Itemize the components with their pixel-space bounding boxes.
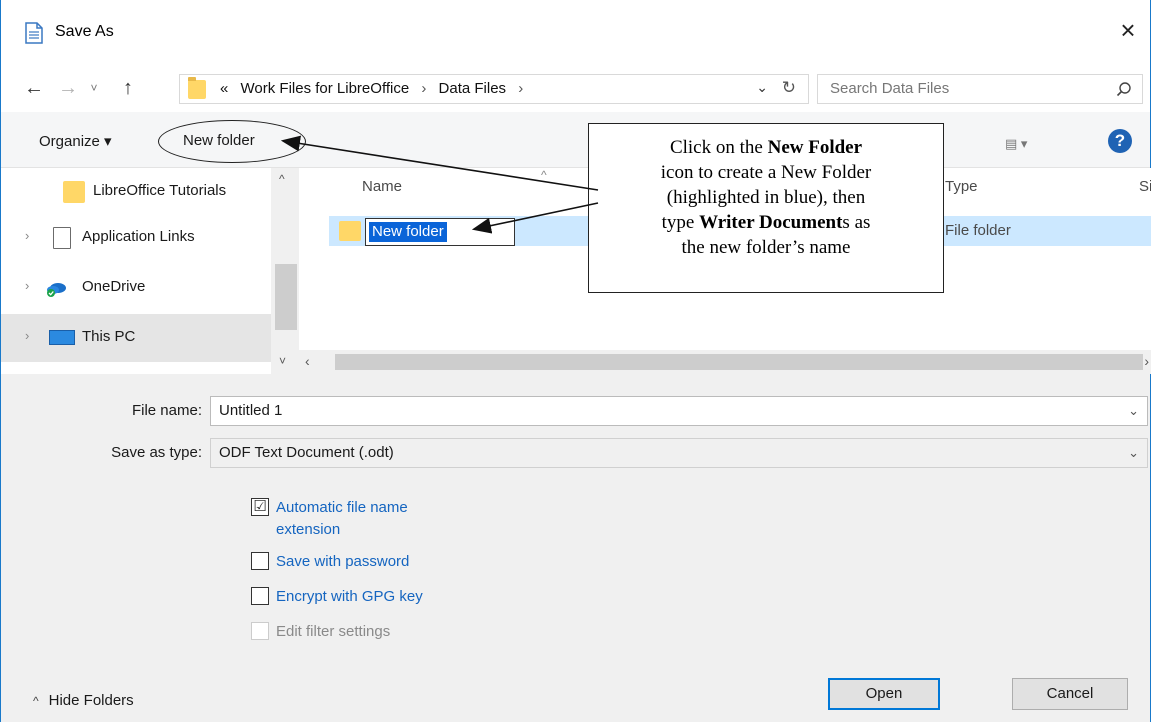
save-as-type-label: Save as type: (111, 444, 202, 461)
file-type: File folder (945, 222, 1011, 239)
sidebar-item-libreoffice-tutorials[interactable]: LibreOffice Tutorials (1, 168, 271, 216)
column-header-size[interactable]: Si (1139, 178, 1151, 195)
annotation-callout: Click on the New Folder icon to create a… (588, 123, 944, 293)
back-arrow-icon[interactable]: ← (21, 76, 47, 100)
callout-bold: Writer Document (699, 212, 843, 233)
option-label-line2[interactable]: extension (276, 521, 340, 538)
help-icon[interactable]: ? (1108, 129, 1132, 153)
search-placeholder: Search Data Files (830, 80, 950, 97)
organize-menu-button[interactable]: Organize ▾ (39, 132, 112, 150)
save-as-dialog: Save As × ← → ˅ ↑ « Work Files for Libre… (0, 0, 1151, 722)
annotation-ellipse (158, 120, 306, 163)
callout-text: Click on the (669, 137, 768, 158)
sort-ascending-icon: ^ (541, 168, 547, 182)
document-icon (25, 22, 43, 44)
checkbox-disabled (251, 622, 269, 640)
breadcrumb-work-files[interactable]: Work Files for LibreOffice (241, 80, 410, 97)
open-button[interactable]: Open (828, 678, 940, 710)
chevron-up-icon: ^ (33, 694, 39, 708)
checkbox[interactable] (251, 587, 269, 605)
option-label[interactable]: Save with password (276, 551, 409, 573)
expand-chevron-icon[interactable]: › (25, 228, 29, 243)
scroll-thumb[interactable] (275, 264, 297, 330)
callout-text: icon to create a New Folder (660, 162, 872, 183)
folder-icon (339, 221, 361, 241)
navigation-pane: LibreOffice Tutorials › Application Link… (1, 168, 299, 374)
breadcrumb-data-files[interactable]: Data Files (439, 80, 507, 97)
sidebar-item-label: LibreOffice Tutorials (93, 182, 227, 199)
column-header-name[interactable]: Name (362, 178, 402, 195)
scroll-thumb[interactable] (335, 354, 1143, 370)
option-label[interactable]: Encrypt with GPG key (276, 586, 423, 608)
sidebar-item-onedrive[interactable]: › OneDrive (1, 264, 271, 312)
command-bar: Organize ▾ New folder ▤ ▾ ? (1, 112, 1150, 168)
file-name-label: File name: (131, 402, 202, 419)
callout-text: s as (842, 212, 871, 233)
callout-text: type (661, 212, 700, 233)
title-bar: Save As × (1, 0, 1150, 66)
breadcrumb-separator[interactable]: › (421, 80, 426, 97)
sidebar-item-label: Application Links (82, 228, 195, 245)
scroll-down-icon[interactable]: ˅ (279, 354, 286, 368)
save-as-type-select[interactable]: ODF Text Document (.odt) ⌄ (210, 438, 1148, 468)
option-label[interactable]: Automatic file name extension (276, 497, 408, 541)
cancel-button[interactable]: Cancel (1012, 678, 1128, 710)
hide-folders-button[interactable]: ^ Hide Folders (33, 692, 134, 709)
file-name-field[interactable]: Untitled 1 ⌄ (210, 396, 1148, 426)
close-icon[interactable]: × (1116, 17, 1140, 43)
sidebar-item-label: This PC (82, 328, 136, 345)
option-label-line1[interactable]: Automatic file name (276, 499, 408, 516)
rename-input[interactable]: New folder (365, 218, 515, 246)
sidebar-item-label: OneDrive (82, 278, 146, 295)
recent-locations-chevron-icon[interactable]: ˅ (85, 76, 103, 100)
search-input[interactable]: Search Data Files (817, 74, 1143, 104)
dialog-title: Save As (55, 23, 114, 40)
breadcrumb-separator[interactable]: › (518, 80, 523, 97)
scroll-left-icon[interactable]: ‹ (305, 353, 310, 369)
document-icon (53, 227, 71, 249)
up-arrow-icon[interactable]: ↑ (117, 76, 139, 100)
callout-bold: New Folder (767, 137, 863, 158)
expand-chevron-icon[interactable]: › (25, 328, 29, 343)
breadcrumb: « Work Files for LibreOffice › Data File… (220, 80, 531, 97)
scroll-right-icon[interactable]: › (1144, 353, 1149, 369)
breadcrumb-overflow[interactable]: « (220, 80, 228, 97)
navigation-pane-scrollbar[interactable]: ^ ˅ (271, 168, 299, 374)
sidebar-item-this-pc[interactable]: › This PC (1, 314, 271, 362)
horizontal-scrollbar[interactable]: ‹ › (299, 350, 1151, 374)
callout-text: (highlighted in blue), then (666, 187, 866, 208)
address-dropdown-icon[interactable]: ⌄ (756, 79, 768, 96)
checkbox-checked[interactable]: ☑ (251, 498, 269, 516)
onedrive-cloud-icon (47, 283, 66, 297)
hide-folders-label: Hide Folders (48, 692, 134, 709)
search-icon[interactable] (1116, 81, 1132, 97)
file-name-value[interactable]: Untitled 1 (219, 402, 282, 419)
expand-chevron-icon[interactable]: › (25, 278, 29, 293)
forward-arrow-icon[interactable]: → (55, 76, 81, 100)
option-label: Edit filter settings (276, 623, 391, 640)
refresh-icon[interactable]: ↻ (782, 78, 796, 98)
scroll-up-icon[interactable]: ^ (279, 172, 285, 186)
folder-icon (63, 181, 85, 203)
chevron-down-icon[interactable]: ⌄ (1128, 445, 1139, 461)
folder-icon (188, 77, 206, 99)
save-as-type-value: ODF Text Document (.odt) (219, 444, 394, 461)
column-header-type[interactable]: Type (945, 178, 978, 195)
chevron-down-icon[interactable]: ⌄ (1128, 403, 1139, 419)
computer-icon (49, 330, 75, 345)
address-bar[interactable]: « Work Files for LibreOffice › Data File… (179, 74, 809, 104)
sidebar-item-application-links[interactable]: › Application Links (1, 214, 271, 262)
rename-selected-text[interactable]: New folder (369, 222, 447, 242)
change-view-icon[interactable]: ▤ ▾ (1005, 136, 1045, 152)
callout-text: the new folder’s name (681, 237, 851, 258)
navigation-bar: ← → ˅ ↑ « Work Files for LibreOffice › D… (1, 66, 1150, 112)
checkbox[interactable] (251, 552, 269, 570)
